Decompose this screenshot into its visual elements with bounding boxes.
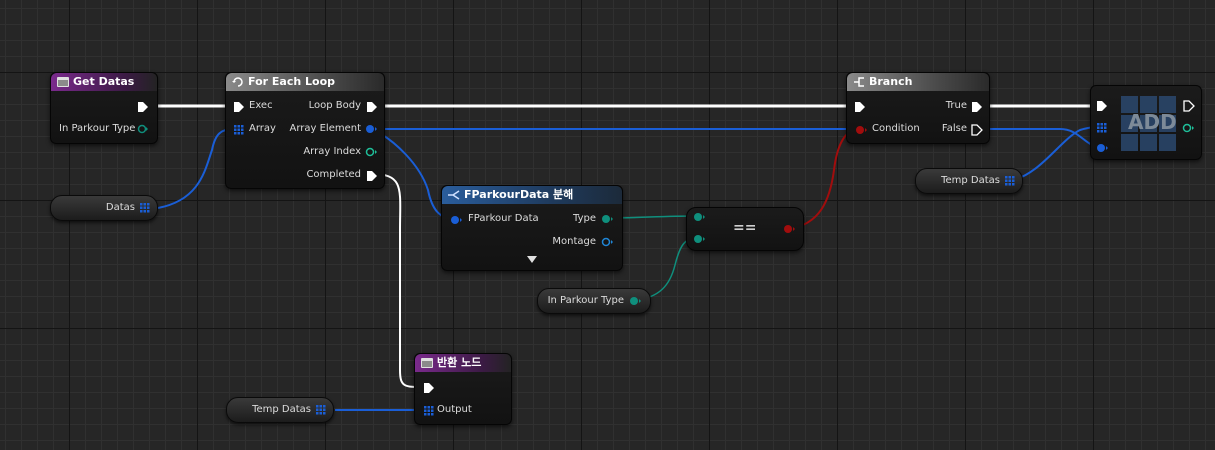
add-exec-in-pin[interactable] (1096, 100, 1108, 112)
break-struct-node[interactable]: FParkourData 분해 FParkour Data Type Monta… (441, 185, 623, 271)
datas-label: Datas (105, 202, 135, 213)
break-struct-icon (448, 190, 460, 200)
get-datas-header: Get Datas (51, 73, 157, 91)
add-exec-out-pin[interactable] (1183, 100, 1195, 112)
branch-exec-in-pin[interactable] (854, 101, 866, 113)
function-icon (421, 358, 433, 368)
add-index-out-pin[interactable] (1182, 123, 1195, 133)
break-struct-title: FParkourData 분해 (464, 188, 574, 201)
condition-pin[interactable] (855, 125, 868, 135)
return-header: 반환 노드 (415, 354, 511, 372)
in-parkour-type-variable-node[interactable]: In Parkour Type (537, 288, 651, 314)
temp-datas-array-pin-top[interactable] (1005, 176, 1015, 186)
break-struct-header: FParkourData 분해 (442, 186, 622, 204)
branch-icon (854, 77, 864, 87)
loop-icon (232, 77, 243, 87)
output-label: Output (437, 404, 472, 415)
type-label: Type (573, 213, 596, 224)
output-array-pin[interactable] (424, 406, 434, 416)
for-each-title: For Each Loop (248, 75, 335, 88)
array-element-label: Array Element (289, 123, 361, 134)
datas-array-pin[interactable] (140, 203, 150, 213)
add-target-array-pin[interactable] (1097, 123, 1107, 133)
loop-body-label: Loop Body (308, 100, 361, 111)
array-in-pin[interactable] (234, 125, 244, 135)
fparkour-data-label: FParkour Data (468, 213, 539, 224)
array-label: Array (249, 123, 276, 134)
branch-header: Branch (847, 73, 989, 91)
in-parkour-type-enum-pin[interactable] (629, 296, 642, 306)
condition-label: Condition (872, 123, 920, 134)
wire-tempdatas-add (1009, 126, 1102, 182)
branch-title: Branch (869, 75, 913, 88)
add-item-pin[interactable] (1096, 143, 1109, 153)
exec-in-pin[interactable] (233, 101, 245, 113)
temp-datas-array-pin-bottom[interactable] (316, 405, 326, 415)
function-icon (57, 77, 69, 87)
montage-out-pin[interactable] (601, 237, 614, 247)
return-node[interactable]: 반환 노드 Output (414, 353, 512, 425)
array-index-pin[interactable] (365, 147, 378, 157)
exec-out-pin[interactable] (137, 101, 149, 113)
equals-symbol: == (733, 220, 757, 236)
return-title: 반환 노드 (437, 356, 482, 369)
false-label: False (941, 123, 967, 134)
true-label: True (945, 100, 967, 111)
equals-b-pin[interactable] (693, 234, 706, 244)
completed-label: Completed (306, 169, 361, 180)
in-parkour-type-var-label: In Parkour Type (547, 295, 624, 306)
true-exec-pin[interactable] (971, 101, 983, 113)
branch-node[interactable]: Branch Condition True False (846, 72, 990, 144)
equals-a-pin[interactable] (693, 212, 706, 222)
array-element-pin[interactable] (365, 124, 378, 134)
wire-element-add (372, 128, 1102, 148)
equals-result-pin[interactable] (783, 224, 796, 234)
for-each-loop-node[interactable]: For Each Loop Exec Array Loop Body Array… (225, 72, 385, 189)
temp-datas-label-top: Temp Datas (941, 175, 1000, 186)
temp-datas-label-bottom: Temp Datas (252, 404, 311, 415)
completed-exec-pin[interactable] (366, 170, 378, 182)
for-each-header: For Each Loop (226, 73, 384, 91)
get-datas-node[interactable]: Get Datas In Parkour Type (50, 72, 158, 144)
montage-label: Montage (552, 236, 596, 247)
enum-out-pin[interactable] (137, 124, 149, 134)
temp-datas-variable-node-top[interactable]: Temp Datas (915, 168, 1023, 194)
expand-arrow-icon[interactable] (527, 256, 537, 264)
type-out-pin[interactable] (601, 214, 614, 224)
get-datas-title: Get Datas (73, 75, 135, 88)
false-exec-pin[interactable] (971, 124, 983, 136)
array-index-label: Array Index (303, 146, 361, 157)
struct-in-pin[interactable] (450, 215, 463, 225)
return-exec-in-pin[interactable] (423, 382, 435, 394)
datas-variable-node[interactable]: Datas (50, 195, 158, 221)
loop-body-exec-pin[interactable] (366, 101, 378, 113)
add-label: ADD (1128, 110, 1177, 134)
exec-label: Exec (249, 100, 273, 111)
in-parkour-type-label: In Parkour Type (59, 123, 136, 134)
temp-datas-variable-node-bottom[interactable]: Temp Datas (226, 397, 334, 423)
array-add-node[interactable]: ADD (1090, 85, 1202, 160)
equals-node[interactable]: == (686, 207, 804, 251)
